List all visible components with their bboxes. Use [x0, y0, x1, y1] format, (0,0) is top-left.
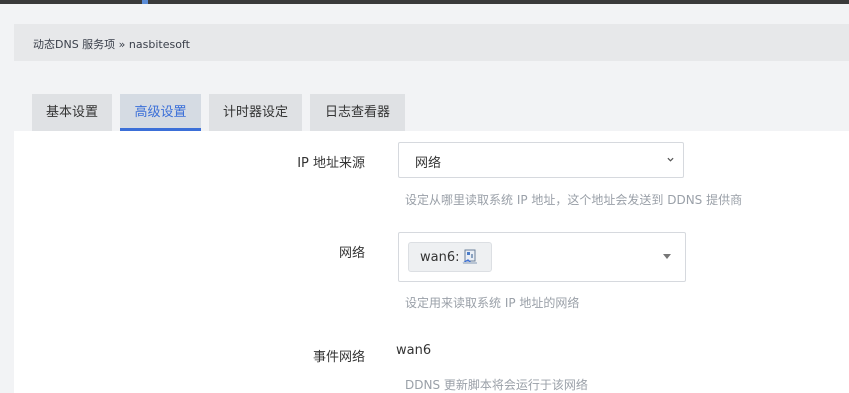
network-chip-wan6[interactable]: wan6:	[408, 242, 492, 272]
network-chip-label: wan6:	[420, 250, 460, 265]
ip-source-value: 网络	[415, 156, 442, 171]
network-select[interactable]: wan6:	[398, 232, 686, 282]
top-bar-accent	[142, 0, 148, 4]
top-bar	[0, 0, 849, 4]
tab-basic-settings[interactable]: 基本设置	[32, 94, 112, 131]
breadcrumb-bar: 动态DNS 服务项 » nasbitesoft	[14, 24, 849, 61]
ip-source-label: IP 地址来源	[297, 156, 365, 171]
tab-timer-settings[interactable]: 计时器设定	[209, 94, 302, 131]
tab-log-viewer[interactable]: 日志查看器	[310, 94, 405, 131]
network-label: 网络	[338, 246, 365, 261]
network-hint: 设定用来读取系统 IP 地址的网络	[405, 296, 580, 310]
chevron-down-icon	[667, 157, 674, 162]
breadcrumb: 动态DNS 服务项 » nasbitesoft	[33, 38, 190, 51]
event-network-label: 事件网络	[312, 350, 365, 365]
ip-source-hint: 设定从哪里读取系统 IP 地址，这个地址会发送到 DDNS 提供商	[405, 193, 743, 207]
tab-advanced-settings[interactable]: 高级设置	[120, 94, 201, 131]
event-network-value: wan6	[396, 343, 432, 358]
network-interface-icon	[462, 249, 477, 264]
ip-source-select[interactable]: 网络	[398, 142, 684, 178]
caret-down-icon	[663, 254, 671, 259]
settings-panel: IP 地址来源 网络 设定从哪里读取系统 IP 地址，这个地址会发送到 DDNS…	[14, 131, 849, 393]
event-network-hint: DDNS 更新脚本将会运行于该网络	[405, 378, 588, 392]
